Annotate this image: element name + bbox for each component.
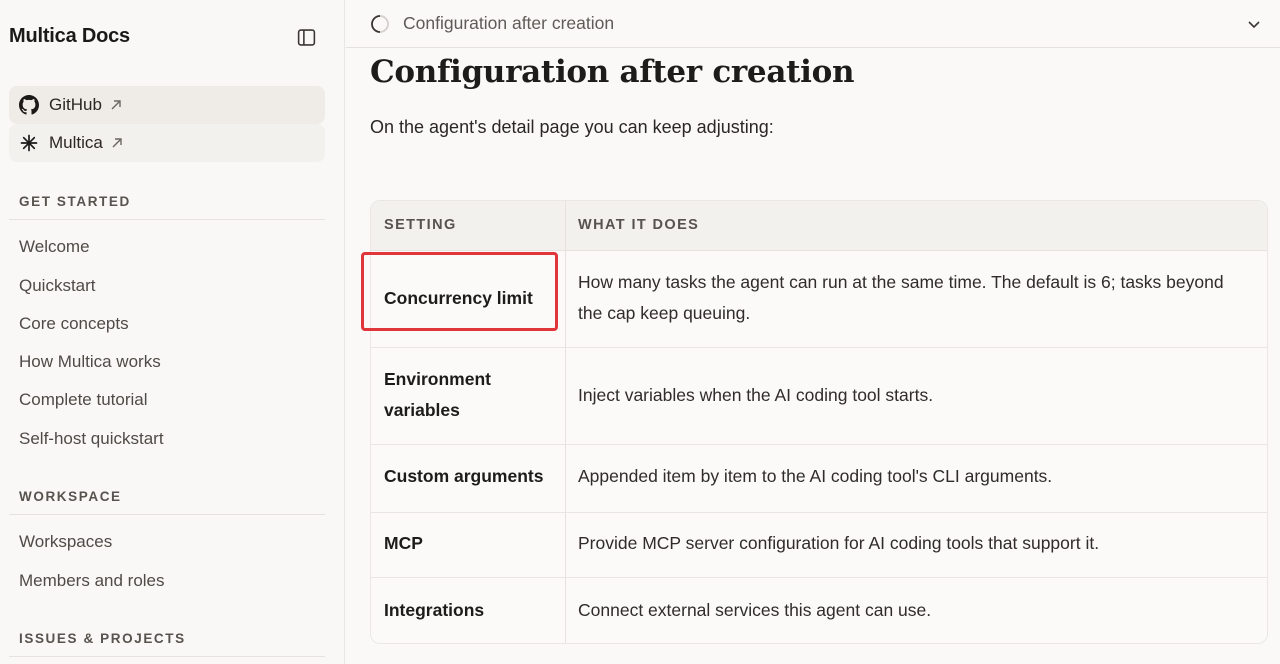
asterisk-icon: [19, 133, 39, 153]
page-title: Configuration after creation: [370, 54, 855, 90]
sidebar-item-quickstart[interactable]: Quickstart: [19, 276, 96, 296]
sidebar-item-welcome[interactable]: Welcome: [19, 237, 90, 257]
chevron-down-icon[interactable]: [1246, 16, 1262, 32]
sidebar: Multica Docs GitHub Multica GET STARTED …: [0, 0, 345, 664]
intro-text: On the agent's detail page you can keep …: [370, 117, 774, 137]
row-divider: [371, 347, 1267, 348]
setting-description: Appended item by item to the AI coding t…: [578, 466, 1053, 486]
setting-description: How many tasks the agent can run at the …: [578, 272, 1224, 323]
section-divider: [9, 656, 325, 657]
sidebar-item-core-concepts[interactable]: Core concepts: [19, 314, 129, 334]
external-arrow-icon: [111, 100, 121, 110]
setting-description: Inject variables when the AI coding tool…: [578, 385, 934, 405]
sidebar-toggle-icon[interactable]: [296, 27, 317, 48]
row-divider: [371, 512, 1267, 513]
external-arrow-icon: [112, 138, 122, 148]
table-header: [371, 201, 1267, 251]
sidebar-item-members-and-roles[interactable]: Members and roles: [19, 571, 165, 591]
github-icon: [19, 95, 39, 115]
row-divider: [371, 444, 1267, 445]
sidebar-item-workspaces[interactable]: Workspaces: [19, 532, 112, 552]
multica-link[interactable]: Multica: [9, 124, 325, 162]
setting-name: Concurrency limit: [384, 288, 533, 308]
column-header-setting: SETTING: [384, 217, 457, 233]
setting-description: Provide MCP server configuration for AI …: [578, 533, 1100, 553]
setting-name: Custom arguments: [384, 466, 544, 486]
setting-description: Connect external services this agent can…: [578, 600, 932, 620]
section-divider: [9, 219, 325, 220]
section-heading-issues-projects: ISSUES & PROJECTS: [19, 631, 186, 646]
section-heading-get-started: GET STARTED: [19, 194, 131, 209]
section-heading-workspace: WORKSPACE: [19, 489, 122, 504]
progress-ring-icon: [371, 15, 389, 33]
github-link[interactable]: GitHub: [9, 86, 325, 124]
toc-current-section[interactable]: Configuration after creation: [403, 13, 614, 34]
row-divider: [371, 577, 1267, 578]
sidebar-item-self-host-quickstart[interactable]: Self-host quickstart: [19, 429, 164, 449]
column-header-what-it-does: WHAT IT DOES: [578, 217, 700, 233]
setting-name: MCP: [384, 533, 423, 553]
sidebar-item-how-multica-works[interactable]: How Multica works: [19, 352, 161, 372]
setting-name: Environment variables: [384, 369, 491, 420]
sidebar-item-complete-tutorial[interactable]: Complete tutorial: [19, 390, 148, 410]
github-link-label: GitHub: [49, 95, 102, 114]
multica-link-label: Multica: [49, 133, 103, 152]
docs-brand[interactable]: Multica Docs: [9, 25, 130, 48]
section-divider: [9, 514, 325, 515]
settings-table: SETTING WHAT IT DOES Concurrency limit H…: [370, 200, 1268, 644]
setting-name: Integrations: [384, 600, 485, 620]
